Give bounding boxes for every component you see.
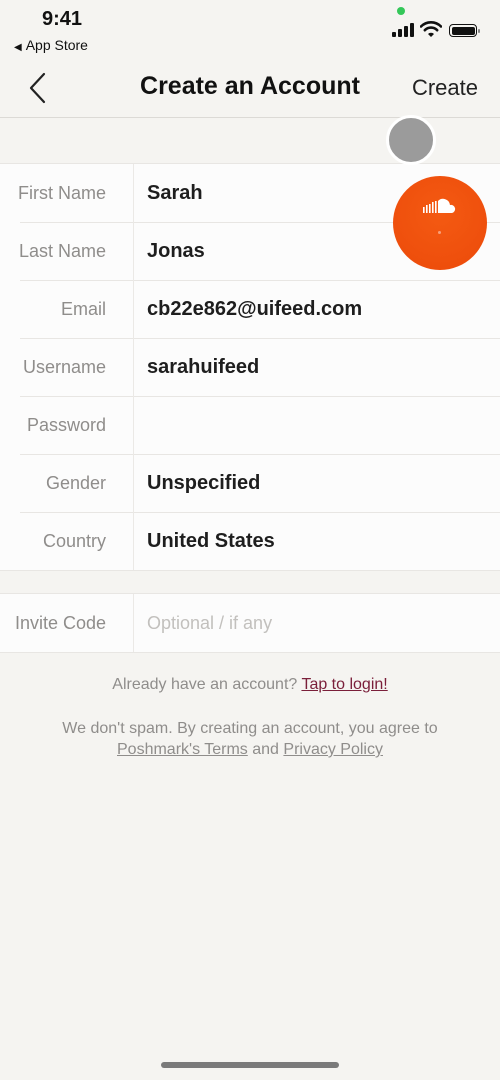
- signal-icon: [392, 23, 416, 37]
- country-select[interactable]: United States: [147, 530, 275, 553]
- last-name-field[interactable]: Jonas: [147, 240, 205, 263]
- soundcloud-floating-button[interactable]: [393, 176, 487, 270]
- triangle-left-icon: ◀: [14, 42, 22, 53]
- status-bar: 9:41 ◀ App Store: [0, 0, 500, 60]
- email-row[interactable]: Email cb22e862@uifeed.com: [0, 280, 500, 338]
- divider: [133, 164, 134, 222]
- gender-label: Gender: [45, 472, 106, 493]
- create-button[interactable]: Create: [412, 75, 478, 101]
- gender-row[interactable]: Gender Unspecified: [0, 454, 500, 512]
- login-prompt-text: Already have an account?: [112, 676, 298, 693]
- gender-select[interactable]: Unspecified: [147, 472, 260, 495]
- wifi-icon: [420, 21, 442, 37]
- soundcloud-icon: [423, 198, 456, 213]
- login-prompt: Already have an account? Tap to login!: [0, 676, 500, 694]
- invite-code-row[interactable]: Invite Code Optional / if any: [0, 594, 500, 652]
- camera-indicator-dot: [397, 7, 405, 15]
- indicator-dot: [438, 231, 441, 234]
- battery-icon: [449, 24, 480, 37]
- divider: [133, 338, 134, 396]
- navigation-bar: Create an Account Create: [0, 60, 500, 118]
- divider: [133, 222, 134, 280]
- first-name-label: First Name: [17, 182, 106, 203]
- username-label: Username: [22, 356, 106, 377]
- first-name-field[interactable]: Sarah: [147, 182, 203, 205]
- divider: [133, 280, 134, 338]
- invite-section: Invite Code Optional / if any: [0, 593, 500, 653]
- divider: [133, 594, 134, 652]
- back-to-app-store[interactable]: ◀ App Store: [14, 37, 88, 53]
- terms-link[interactable]: Poshmark's Terms: [117, 741, 248, 758]
- country-label: Country: [42, 530, 106, 551]
- and-text: and: [252, 741, 279, 758]
- status-time: 9:41: [42, 8, 83, 30]
- back-app-label: App Store: [25, 37, 88, 53]
- tap-to-login-link[interactable]: Tap to login!: [301, 676, 387, 693]
- password-label: Password: [26, 414, 106, 435]
- divider: [133, 454, 134, 512]
- username-row[interactable]: Username sarahuifeed: [0, 338, 500, 396]
- country-row[interactable]: Country United States: [0, 512, 500, 570]
- password-row[interactable]: Password: [0, 396, 500, 454]
- divider: [133, 512, 134, 570]
- home-indicator[interactable]: [161, 1062, 339, 1068]
- last-name-label: Last Name: [18, 240, 106, 261]
- terms-text: We don't spam. By creating an account, y…: [62, 720, 438, 737]
- back-button[interactable]: [26, 70, 56, 106]
- assistive-touch-icon[interactable]: [386, 115, 436, 165]
- invite-code-input[interactable]: Optional / if any: [147, 613, 272, 634]
- username-field[interactable]: sarahuifeed: [147, 356, 259, 379]
- email-field[interactable]: cb22e862@uifeed.com: [147, 298, 362, 321]
- invite-code-label: Invite Code: [14, 612, 106, 633]
- divider: [133, 396, 134, 454]
- chevron-left-icon: [29, 72, 46, 104]
- privacy-policy-link[interactable]: Privacy Policy: [283, 741, 383, 758]
- terms-notice: We don't spam. By creating an account, y…: [0, 718, 500, 760]
- email-label: Email: [60, 298, 106, 319]
